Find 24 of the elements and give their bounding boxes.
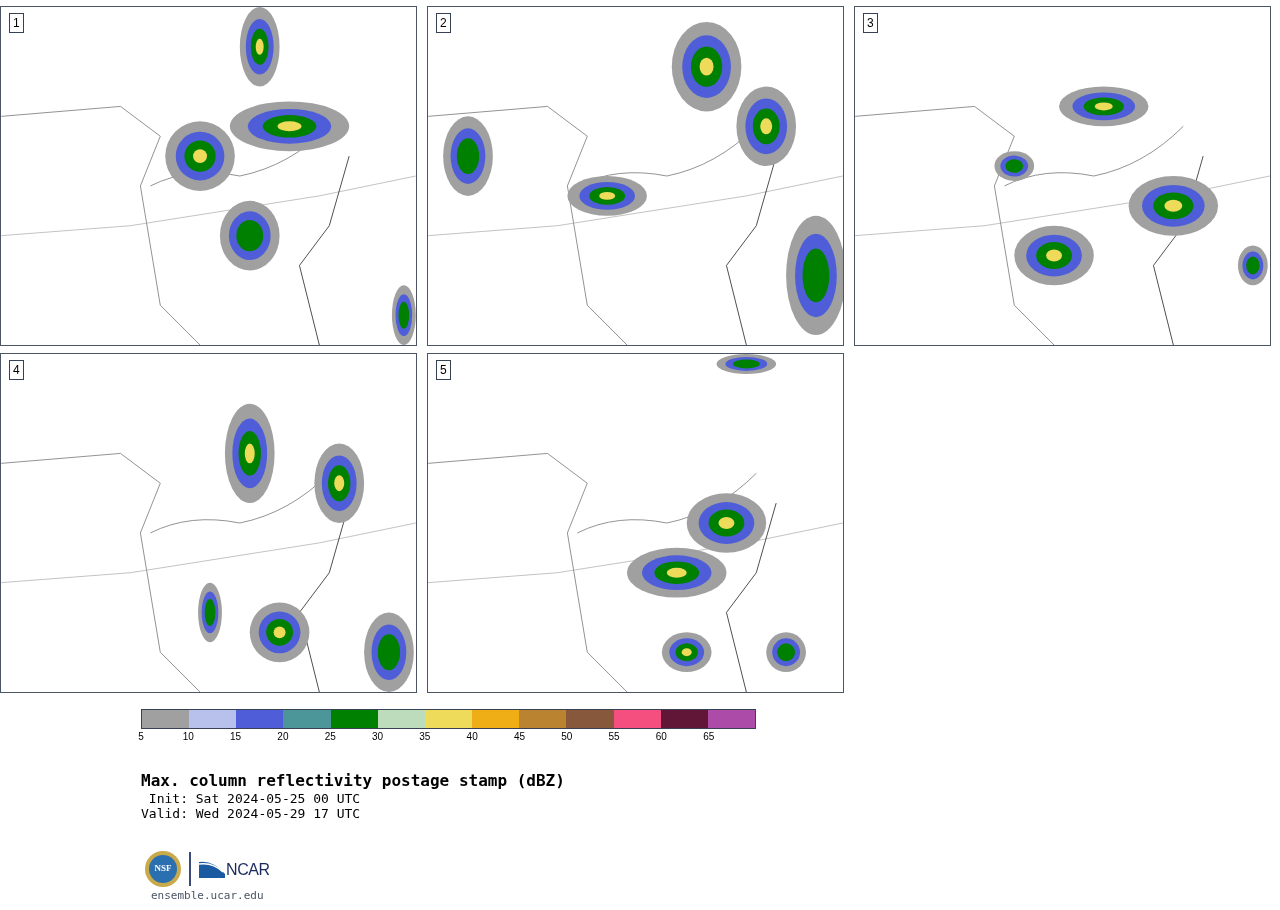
valid-time: Valid: Wed 2024-05-29 17 UTC bbox=[141, 806, 361, 821]
tick-label: 35 bbox=[419, 731, 431, 743]
website-url: ensemble.ucar.edu bbox=[150, 888, 264, 902]
tick-label: 30 bbox=[371, 731, 384, 743]
tick-label: 5 bbox=[138, 731, 144, 743]
tick-label: 20 bbox=[277, 731, 289, 743]
tick-label: 40 bbox=[466, 731, 478, 743]
tick-label: 65 bbox=[703, 731, 715, 743]
nsf-logo: NSF bbox=[145, 851, 181, 887]
ncar-logo: NCAR bbox=[199, 860, 270, 878]
tick-label: 50 bbox=[561, 731, 573, 743]
tick-label: 45 bbox=[513, 731, 525, 743]
panel-number: 3 bbox=[863, 13, 878, 33]
panel-number: 1 bbox=[9, 13, 24, 33]
panel-number: 4 bbox=[9, 360, 24, 380]
panel-number: 5 bbox=[436, 360, 451, 380]
tick-label: 60 bbox=[655, 731, 667, 743]
chart-title: Max. column reflectivity postage stamp (dBZ) bbox=[141, 771, 565, 791]
tick-label: 55 bbox=[608, 731, 620, 743]
tick-label: 25 bbox=[324, 731, 336, 743]
panel-number: 2 bbox=[436, 13, 451, 33]
init-time: Init: Sat 2024-05-25 00 UTC bbox=[147, 791, 361, 806]
tick-label: 15 bbox=[230, 731, 242, 743]
tick-label: 10 bbox=[182, 731, 194, 743]
